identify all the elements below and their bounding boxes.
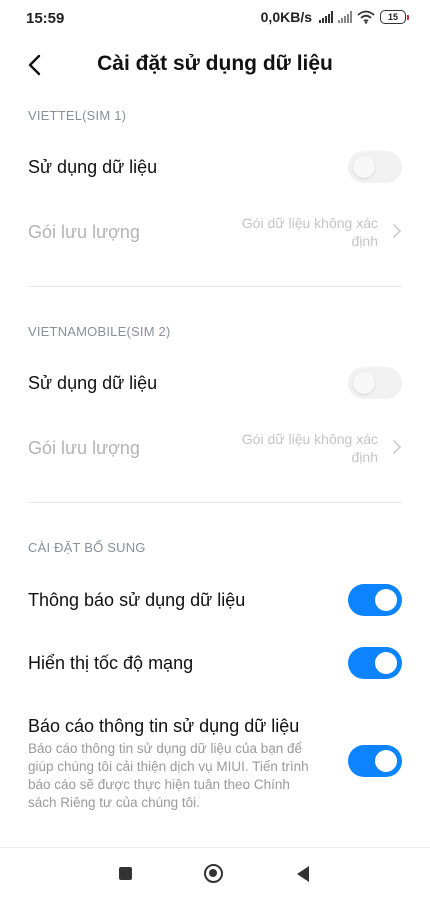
section-header-extra: CÀI ĐẶT BỔ SUNG: [28, 540, 146, 555]
divider: [28, 502, 402, 503]
navigation-bar: [0, 847, 430, 900]
sim1-data-plan-label[interactable]: Gói lưu lượng: [28, 222, 140, 243]
report-description: Báo cáo thông tin sử dụng dữ liệu của bạ…: [28, 741, 309, 810]
status-icons: 0,0KB/s 15: [260, 9, 409, 25]
network-speed: 0,0KB/s: [260, 9, 312, 25]
signal-sim1-icon: [319, 11, 333, 23]
section-header-sim1: VIETTEL(SIM 1): [28, 108, 127, 123]
network-speed-label: Hiển thị tốc độ mạng: [28, 653, 194, 673]
sim1-data-usage-toggle[interactable]: [348, 151, 402, 183]
report-label: Báo cáo thông tin sử dụng dữ liệu: [28, 716, 300, 736]
toggle-knob: [353, 372, 375, 394]
toggle-knob: [375, 750, 397, 772]
toggle-knob: [353, 156, 375, 178]
notify-toggle[interactable]: [348, 584, 402, 616]
report-toggle[interactable]: [348, 745, 402, 777]
sim2-data-usage-label: Sử dụng dữ liệu: [28, 373, 158, 393]
header: Cài đặt sử dụng dữ liệu: [0, 40, 430, 92]
network-speed-toggle[interactable]: [348, 647, 402, 679]
back-triangle-icon[interactable]: [297, 866, 309, 882]
status-bar: 15:59 0,0KB/s 15: [0, 0, 430, 40]
recents-square-icon[interactable]: [119, 867, 132, 880]
toggle-knob: [375, 589, 397, 611]
sim1-data-usage-label: Sử dụng dữ liệu: [28, 157, 158, 177]
page-title: Cài đặt sử dụng dữ liệu: [97, 52, 333, 75]
divider: [28, 286, 402, 287]
toggle-knob: [375, 652, 397, 674]
sim2-data-plan-value: Gói dữ liệu không xác định: [241, 431, 378, 465]
signal-sim2-icon: [338, 11, 352, 23]
chevron-right-icon: [393, 224, 401, 238]
chevron-right-icon: [393, 440, 401, 454]
wifi-icon: [357, 10, 375, 24]
battery-level: 15: [387, 12, 398, 22]
section-header-sim2: VIETNAMOBILE(SIM 2): [28, 324, 171, 339]
sim1-data-plan-value: Gói dữ liệu không xác định: [241, 215, 378, 249]
home-circle-icon[interactable]: [204, 864, 223, 883]
sim2-data-plan-label[interactable]: Gói lưu lượng: [28, 438, 140, 459]
notify-label: Thông báo sử dụng dữ liệu: [28, 590, 246, 610]
status-time: 15:59: [26, 10, 65, 27]
sim2-data-usage-toggle[interactable]: [348, 367, 402, 399]
battery-icon: 15: [380, 10, 409, 24]
